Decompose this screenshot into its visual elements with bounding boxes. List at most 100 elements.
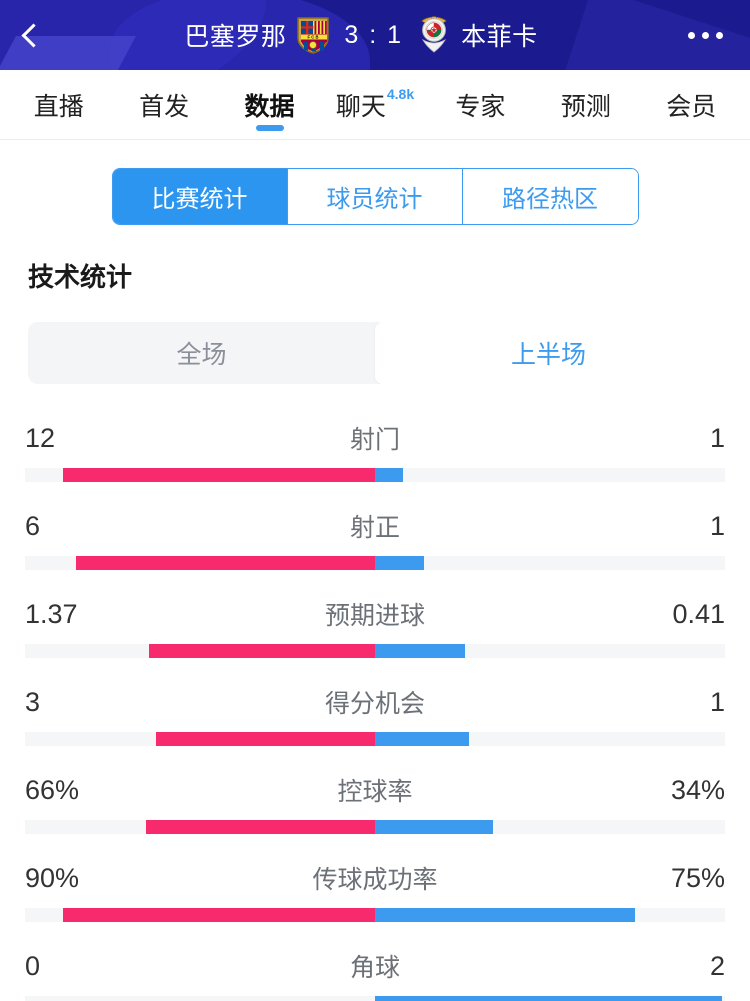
stat-bar-home	[76, 556, 375, 570]
stat-bar-away	[375, 468, 403, 482]
nav-tab-prediction[interactable]: 预测	[533, 70, 638, 140]
nav-tab-chat-badge: 4.8k	[386, 85, 415, 102]
stat-label: 控球率	[337, 778, 413, 806]
match-header: 巴塞罗那 F C B 3 : 1 本菲卡	[0, 0, 750, 70]
stat-away-value: 0.41	[672, 598, 725, 629]
stat-row: 66% 控球率 34%	[25, 746, 725, 834]
nav-tab-label: 聊天	[335, 92, 386, 121]
stat-bar-track	[25, 908, 725, 922]
stat-home-value: 12	[25, 422, 56, 453]
stat-bar-away	[375, 908, 636, 922]
more-horizontal-icon-dot-2	[701, 31, 709, 39]
stat-home-value: 0	[25, 950, 41, 981]
primary-nav-tabs: 直播 首发 数据 聊天 4.8k 专家 预测 会员	[0, 70, 750, 140]
more-horizontal-icon-dot-3	[715, 31, 723, 39]
nav-tab-label: 直播	[33, 92, 84, 121]
segment-match-stats[interactable]: 比赛统计	[112, 169, 288, 224]
segment-label: 比赛统计	[151, 186, 248, 213]
stat-bar-home	[149, 644, 375, 658]
stat-label: 射门	[349, 426, 400, 454]
stat-home-value: 90%	[25, 862, 80, 893]
stat-away-value: 75%	[670, 862, 725, 893]
home-team-name: 巴塞罗那	[184, 23, 287, 51]
stat-row: 1.37 预期进球 0.41	[25, 570, 725, 658]
stats-view-switcher: 比赛统计 球员统计 路径热区	[0, 140, 750, 225]
stat-home-value: 66%	[25, 774, 80, 805]
nav-tab-label: 会员	[666, 92, 717, 121]
period-full-match[interactable]: 全场	[28, 322, 375, 384]
stat-row-header: 66% 控球率 34%	[25, 768, 725, 812]
stat-bar-away	[375, 644, 466, 658]
stat-row-header: 90% 传球成功率 75%	[25, 856, 725, 900]
stat-label: 角球	[349, 954, 400, 982]
nav-tab-live[interactable]: 直播	[6, 70, 111, 140]
stat-bar-away	[375, 732, 469, 746]
more-options-button[interactable]	[660, 0, 750, 70]
nav-tab-membership[interactable]: 会员	[639, 70, 744, 140]
stat-bar-home	[145, 820, 375, 834]
nav-tab-label: 数据	[244, 92, 295, 121]
stat-label: 预期进球	[324, 602, 425, 630]
stat-bar-away	[375, 556, 424, 570]
stat-bar-track	[25, 732, 725, 746]
period-toggle-wrap: 全场 上半场	[0, 294, 750, 384]
stat-label: 射正	[349, 514, 400, 542]
stat-row-header: 6 射正 1	[25, 504, 725, 548]
segmented-control: 比赛统计 球员统计 路径热区	[111, 168, 639, 225]
stat-bar-track	[25, 644, 725, 658]
stat-bar-away	[375, 996, 723, 1001]
stat-bar-home	[62, 908, 375, 922]
stat-home-value: 6	[25, 510, 41, 541]
period-first-half[interactable]: 上半场	[375, 322, 722, 384]
period-toggle: 全场 上半场	[28, 322, 722, 384]
stat-away-value: 1	[709, 510, 725, 541]
stat-bar-track	[25, 820, 725, 834]
more-horizontal-icon-dot-1	[687, 31, 695, 39]
stat-row-header: 1.37 预期进球 0.41	[25, 592, 725, 636]
stat-row-header: 0 角球 2	[25, 944, 725, 988]
nav-tab-label: 预测	[560, 92, 611, 121]
stat-bar-away	[375, 820, 494, 834]
stat-row-header: 3 得分机会 1	[25, 680, 725, 724]
stat-away-value: 2	[709, 950, 725, 981]
segment-heatmap[interactable]: 路径热区	[462, 169, 638, 224]
segment-label: 路径热区	[502, 186, 598, 213]
stat-row-header: 12 射门 1	[25, 416, 725, 460]
active-tab-indicator	[255, 124, 284, 131]
chevron-left-icon	[21, 22, 46, 48]
stat-away-value: 34%	[670, 774, 725, 805]
match-score-summary: 巴塞罗那 F C B 3 : 1 本菲卡	[62, 16, 660, 54]
section-title: 技术统计	[28, 262, 133, 292]
stat-bar-track	[25, 556, 725, 570]
svg-text:F C B: F C B	[308, 35, 319, 40]
match-stats-list: 12 射门 1 6 射正 1 1.37 预期进球 0.41 3 得分机会 1 66% 控球率 34% 90% 传…	[0, 384, 750, 1001]
nav-tab-stats[interactable]: 数据	[217, 70, 322, 140]
stat-row: 6 射正 1	[25, 482, 725, 570]
nav-tab-chat[interactable]: 聊天 4.8k	[322, 70, 427, 140]
stat-away-value: 1	[709, 422, 725, 453]
benfica-crest-icon	[417, 16, 451, 54]
stat-bar-home	[156, 732, 375, 746]
period-label: 上半场	[510, 341, 586, 369]
stat-row: 3 得分机会 1	[25, 658, 725, 746]
stat-label: 得分机会	[324, 690, 425, 718]
stat-bar-home	[62, 468, 375, 482]
nav-tab-lineup[interactable]: 首发	[111, 70, 216, 140]
back-button[interactable]	[0, 0, 62, 70]
stat-bar-track	[25, 996, 725, 1001]
stat-row: 0 角球 2	[25, 922, 725, 1001]
stat-row: 90% 传球成功率 75%	[25, 834, 725, 922]
stat-row: 12 射门 1	[25, 394, 725, 482]
nav-tab-experts[interactable]: 专家	[428, 70, 533, 140]
away-team-name: 本菲卡	[461, 23, 538, 51]
stat-home-value: 1.37	[25, 598, 78, 629]
stat-label: 传球成功率	[312, 866, 438, 894]
period-label: 全场	[176, 341, 227, 369]
nav-tab-label: 首发	[139, 92, 190, 121]
fc-barcelona-crest-icon: F C B	[296, 16, 330, 54]
stat-away-value: 1	[709, 686, 725, 717]
stat-bar-track	[25, 468, 725, 482]
nav-tab-label: 专家	[455, 92, 506, 121]
segment-label: 球员统计	[326, 186, 423, 213]
segment-player-stats[interactable]: 球员统计	[287, 169, 463, 224]
